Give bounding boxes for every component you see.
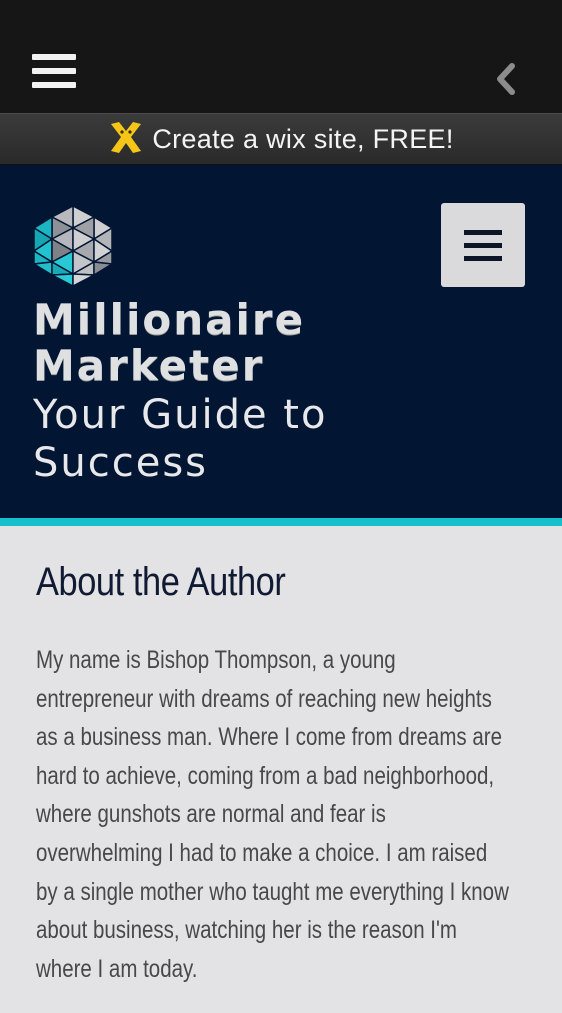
site-tagline-line-1: Your Guide to	[33, 392, 328, 438]
site-tagline-line-2: Success	[33, 440, 209, 486]
site-header: Millionaire Marketer Your Guide to Succe…	[0, 165, 562, 518]
site-title-line-1: Millionaire	[33, 295, 306, 344]
about-heading: About the Author	[36, 560, 286, 604]
hexagon-grid-logo-icon	[32, 205, 114, 287]
header-accent-divider	[0, 518, 562, 526]
about-section: About the Author My name is Bishop Thomp…	[36, 560, 536, 1013]
wix-logo-icon	[111, 122, 142, 153]
hamburger-menu-icon[interactable]	[32, 54, 76, 90]
about-body-text: My name is Bishop Thompson, a young entr…	[36, 646, 509, 983]
top-app-bar	[0, 0, 562, 113]
site-tagline: Your Guide to Success	[33, 391, 533, 487]
create-wix-site-banner[interactable]: Create a wix site, FREE!	[0, 113, 562, 165]
site-title-block: Millionaire Marketer Your Guide to Succe…	[33, 297, 533, 487]
site-title-line-2: Marketer	[33, 341, 265, 390]
site-menu-button[interactable]	[441, 203, 525, 287]
wix-banner-text: Create a wix site, FREE!	[152, 123, 454, 154]
site-title: Millionaire Marketer	[33, 297, 533, 389]
chevron-left-icon[interactable]	[494, 62, 518, 96]
